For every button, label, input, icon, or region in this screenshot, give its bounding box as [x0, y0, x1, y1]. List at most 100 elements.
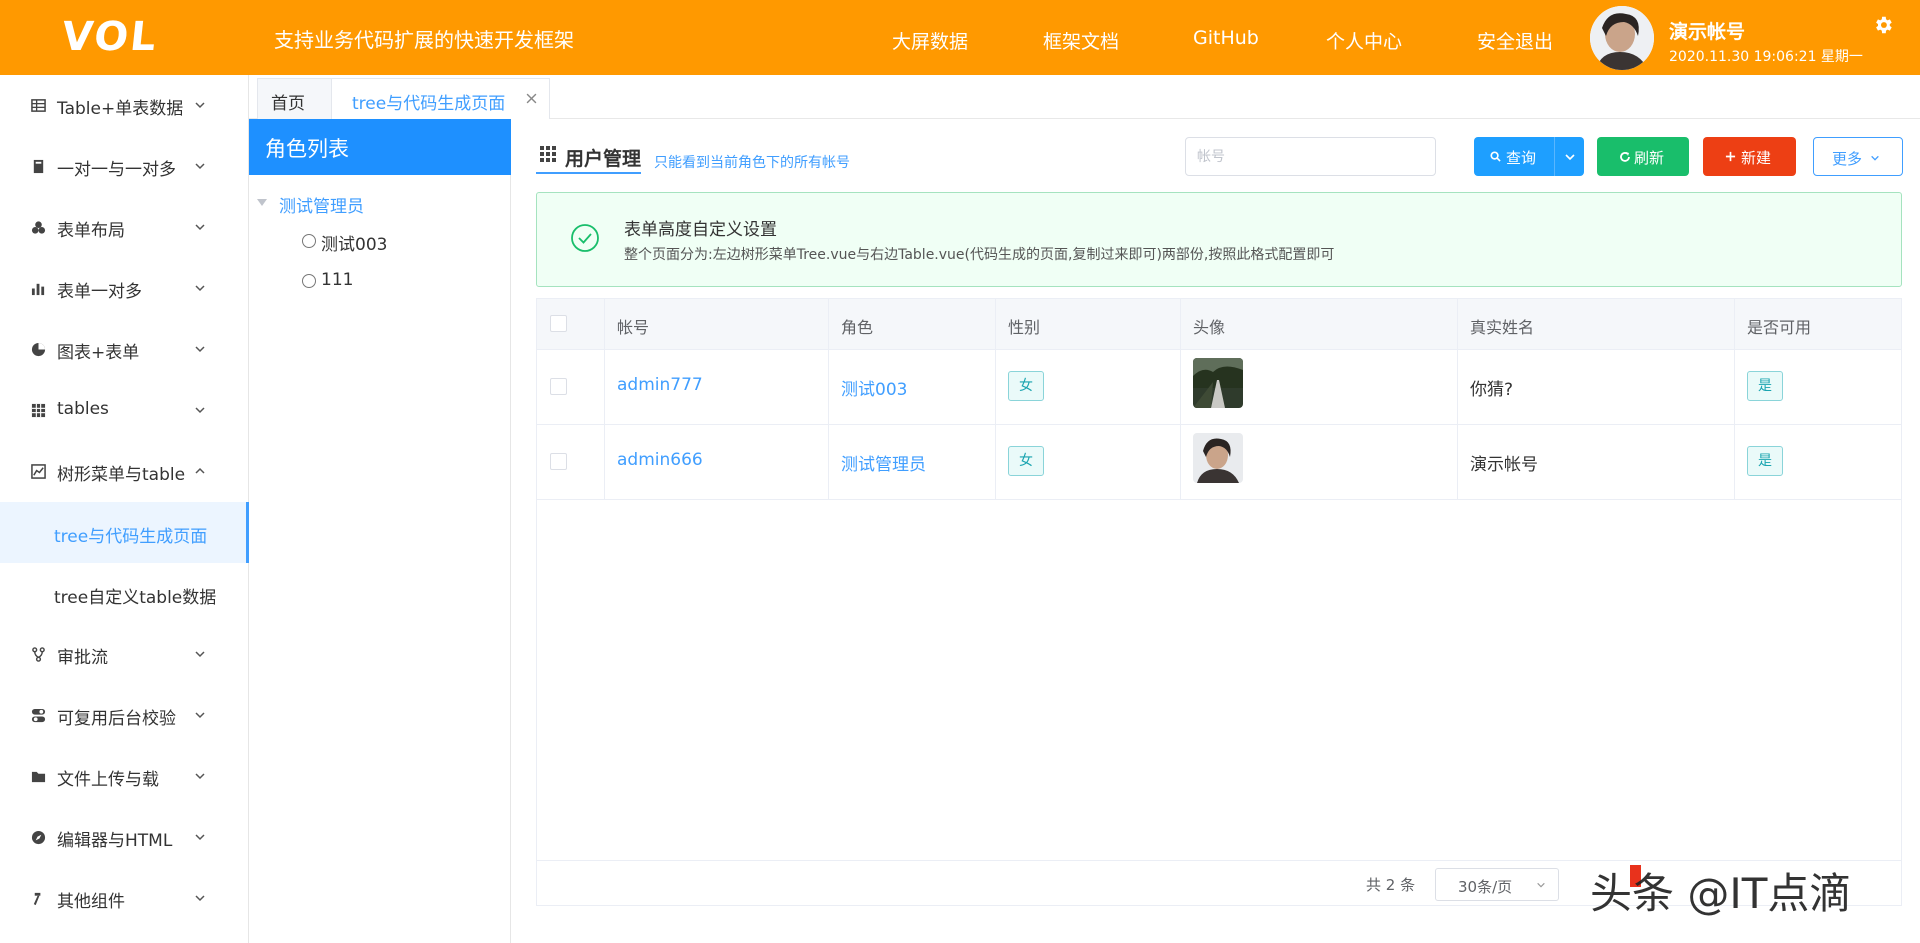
- avatar-thumbnail[interactable]: [1193, 358, 1243, 408]
- close-icon[interactable]: [526, 93, 537, 104]
- chevron-down-icon: [195, 346, 205, 353]
- account-search-input[interactable]: [1185, 137, 1436, 176]
- sidebar-item-label: 图表+表单: [57, 343, 140, 363]
- nav-github[interactable]: GitHub: [1193, 27, 1259, 49]
- cell-realname: 你猜?: [1458, 350, 1735, 424]
- more-button[interactable]: 更多: [1813, 137, 1903, 176]
- page-size-select[interactable]: 30条/页: [1435, 868, 1559, 901]
- tree-node-label: 测试管理员: [279, 197, 364, 217]
- hammer-icon: [33, 892, 41, 906]
- query-button[interactable]: 查询: [1474, 137, 1554, 176]
- nav-logout[interactable]: 安全退出: [1477, 27, 1553, 54]
- sidebar-item-approval[interactable]: 审批流: [0, 624, 249, 685]
- app-logo[interactable]: VOL: [60, 14, 161, 60]
- sidebar-item-table[interactable]: Table+单表数据: [0, 75, 249, 136]
- header-cell[interactable]: 性别: [996, 299, 1181, 349]
- page-size-label: 30条/页: [1458, 878, 1513, 896]
- cell-select: [537, 350, 605, 424]
- role-tree-panel: 角色列表 测试管理员 测试003 111: [249, 119, 511, 943]
- account-link[interactable]: admin777: [617, 375, 703, 395]
- row-checkbox[interactable]: [550, 453, 567, 470]
- cell-avatar: [1181, 425, 1458, 499]
- pie-chart-icon: [31, 342, 46, 357]
- chevron-down-icon: [195, 163, 205, 170]
- tabs-bar: 首页 tree与代码生成页面: [249, 75, 1920, 119]
- role-link[interactable]: 测试003: [841, 375, 907, 400]
- caret-down-icon[interactable]: [257, 199, 267, 206]
- chevron-down-icon: [195, 834, 205, 841]
- refresh-button[interactable]: 刷新: [1597, 137, 1689, 176]
- header-cell[interactable]: 角色: [829, 299, 996, 349]
- sidebar-item-tables[interactable]: tables: [0, 380, 249, 441]
- enabled-tag: 是: [1747, 371, 1783, 401]
- cell-account: admin666: [605, 425, 829, 499]
- bar-chart-icon: [31, 283, 45, 296]
- cubes-icon: [31, 221, 46, 234]
- tab-tree-codegen[interactable]: tree与代码生成页面: [331, 78, 550, 119]
- sidebar-item-tree-table[interactable]: 树形菜单与table: [0, 441, 249, 502]
- account-link[interactable]: admin666: [617, 450, 703, 470]
- sidebar-item-label: 一对一与一对多: [57, 160, 176, 180]
- header-cell[interactable]: 是否可用: [1735, 299, 1901, 349]
- nav-docs[interactable]: 框架文档: [1043, 27, 1119, 54]
- sidebar-item-label: 文件上传与载: [57, 770, 159, 790]
- tree-node-label: 测试003: [321, 235, 388, 255]
- top-header: VOL 支持业务代码扩展的快速开发框架 大屏数据 框架文档 GitHub 个人中…: [0, 0, 1920, 75]
- cell-gender: 女: [996, 425, 1181, 499]
- tab-home[interactable]: 首页: [257, 78, 332, 119]
- cell-account: admin777: [605, 350, 829, 424]
- gear-icon[interactable]: [1872, 14, 1894, 36]
- more-label: 更多: [1832, 150, 1863, 168]
- sidebar-item-label: 树形菜单与table: [57, 465, 186, 485]
- table-row[interactable]: admin777 测试003 女 你猜? 是: [537, 350, 1901, 425]
- header-cell[interactable]: 头像: [1181, 299, 1458, 349]
- cell-select: [537, 425, 605, 499]
- sidebar-subitem-tree-codegen[interactable]: tree与代码生成页面: [0, 502, 249, 563]
- book-icon: [33, 159, 44, 174]
- avatar-thumbnail[interactable]: [1193, 433, 1243, 483]
- gender-tag: 女: [1008, 446, 1044, 476]
- refresh-label: 刷新: [1634, 149, 1665, 167]
- page-title: 用户管理: [565, 148, 642, 170]
- role-link[interactable]: 测试管理员: [841, 450, 926, 475]
- chevron-down-icon: [1871, 155, 1879, 161]
- sidebar-item-upload[interactable]: 文件上传与载: [0, 746, 249, 807]
- sidebar-item-editor[interactable]: 编辑器与HTML: [0, 807, 249, 868]
- tab-label: 首页: [271, 94, 305, 114]
- add-new-button[interactable]: 新建: [1703, 137, 1796, 176]
- sidebar-item-label: 编辑器与HTML: [57, 831, 173, 851]
- radio-icon[interactable]: [302, 234, 316, 248]
- sidebar-item-one-to-many[interactable]: 一对一与一对多: [0, 136, 249, 197]
- header-cell[interactable]: 帐号: [605, 299, 829, 349]
- query-dropdown-button[interactable]: [1554, 137, 1584, 176]
- nav-profile[interactable]: 个人中心: [1326, 27, 1402, 54]
- select-all-checkbox[interactable]: [550, 315, 567, 332]
- compass-icon: [31, 830, 46, 845]
- current-datetime: 2020.11.30 19:06:21 星期一: [1669, 49, 1863, 65]
- sidebar-item-validation[interactable]: 可复用后台校验: [0, 685, 249, 746]
- chevron-down-icon: [195, 773, 205, 780]
- check-circle-icon: [571, 224, 599, 252]
- tab-label: tree与代码生成页面: [352, 94, 506, 114]
- sidebar-item-others[interactable]: 其他组件: [0, 868, 249, 929]
- cell-enabled: 是: [1735, 425, 1901, 499]
- refresh-icon: [1620, 152, 1630, 162]
- sidebar-item-form-layout[interactable]: 表单布局: [0, 197, 249, 258]
- table-header-row: 帐号 角色 性别 头像 真实姓名 是否可用: [537, 299, 1901, 350]
- sidebar-item-charts[interactable]: 图表+表单: [0, 319, 249, 380]
- user-avatar[interactable]: [1590, 6, 1654, 70]
- sidebar-item-form-one-to-many[interactable]: 表单一对多: [0, 258, 249, 319]
- table-row[interactable]: admin666 测试管理员 女 演示帐号 是: [537, 425, 1901, 500]
- sidebar-item-label: 可复用后台校验: [57, 709, 176, 729]
- header-cell[interactable]: 真实姓名: [1458, 299, 1735, 349]
- tree-node-label: 111: [321, 270, 354, 290]
- sidebar-subitem-tree-custom[interactable]: tree自定义table数据: [0, 563, 249, 624]
- nav-dashboard[interactable]: 大屏数据: [892, 27, 968, 54]
- row-checkbox[interactable]: [550, 378, 567, 395]
- app-slogan: 支持业务代码扩展的快速开发框架: [274, 28, 574, 52]
- chevron-down-icon: [195, 895, 205, 902]
- chevron-up-icon: [195, 467, 205, 474]
- radio-icon[interactable]: [302, 274, 316, 288]
- user-table: 帐号 角色 性别 头像 真实姓名 是否可用 admin777 测试003 女 你: [536, 298, 1902, 906]
- grid-icon: [540, 146, 556, 162]
